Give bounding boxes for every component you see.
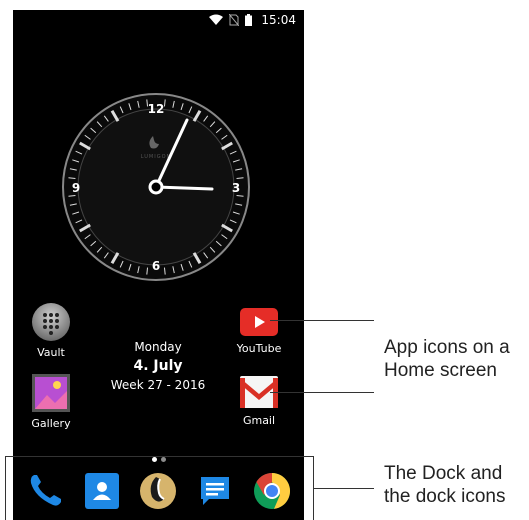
dock-messages[interactable] [194,470,236,512]
day-of-week: Monday [134,340,182,354]
dial-grid-icon [32,303,70,341]
callout-line-youtube [270,320,374,321]
phone-screen: 15:04 12 3 6 9 LUMIGON Vault YouTube Gal… [13,10,304,520]
week-text: Week 27 - 2016 [110,378,206,392]
dock-phone[interactable] [24,470,66,512]
app-label: Gmail [242,414,276,427]
date-text: 4. July [133,358,183,374]
dock-chrome[interactable] [251,470,293,512]
no-sim-icon [229,14,239,26]
app-youtube[interactable]: YouTube [229,306,289,355]
analog-clock-widget[interactable]: 12 3 6 9 LUMIGON [61,92,251,282]
app-gallery[interactable]: Gallery [21,373,81,430]
clock-center [148,179,164,195]
dock-bracket-left [5,456,6,520]
youtube-icon [240,308,278,336]
app-gmail[interactable]: Gmail [229,374,289,427]
callout-line-gmail [270,392,374,393]
numeral-12: 12 [148,102,165,116]
app-label: Gallery [31,417,71,430]
numeral-3: 3 [232,181,240,195]
messages-icon [201,477,230,505]
chrome-icon [253,473,290,509]
numeral-9: 9 [72,181,80,195]
callout-app-icons: App icons on a Home screen [384,337,510,381]
dock-bracket-top [5,456,314,457]
battery-icon [245,14,252,26]
callout-dock: The Dock and the dock icons [384,463,506,507]
lumigon-icon [140,473,177,509]
page-dot [160,457,166,462]
clock-brand: LUMIGON [141,154,172,160]
phone-icon [31,475,62,506]
page-indicator [13,457,304,462]
status-time: 15:04 [261,13,296,27]
hour-hand [154,185,214,191]
wifi-icon [209,14,223,25]
page-dot-active [151,457,157,462]
date-widget[interactable]: Monday 4. July Week 27 - 2016 [103,340,213,392]
dock-contacts[interactable] [81,470,123,512]
callout-line-dock [314,488,374,489]
dock-lumigon[interactable] [137,470,179,512]
app-label: YouTube [236,342,282,355]
gallery-icon [32,374,70,412]
app-label: Vault [37,346,65,359]
status-bar: 15:04 [13,10,304,30]
contacts-icon [84,473,119,509]
app-vault[interactable]: Vault [21,302,81,359]
numeral-6: 6 [152,259,160,273]
dock [13,466,304,516]
